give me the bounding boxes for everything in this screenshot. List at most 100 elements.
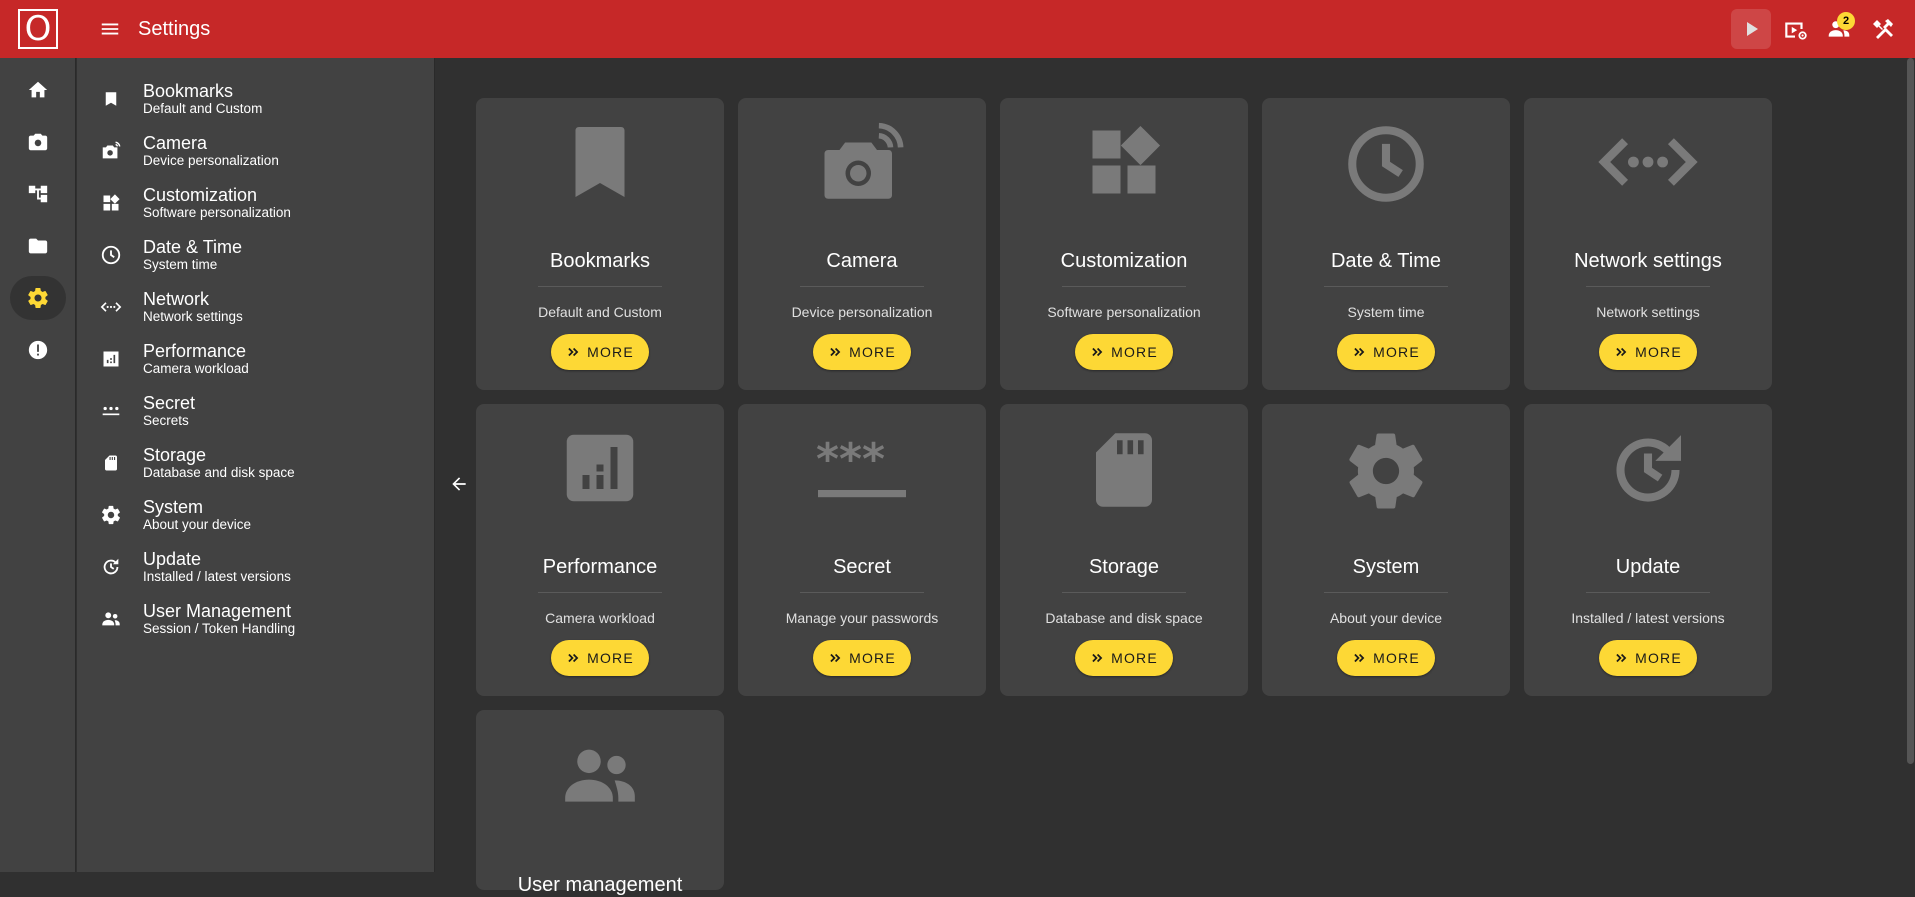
menu-button[interactable] <box>90 9 130 49</box>
drawer-sub: Network settings <box>143 309 243 324</box>
card-subtitle: Network settings <box>1596 304 1700 320</box>
card-subtitle: System time <box>1347 304 1425 320</box>
app-logo[interactable]: O <box>18 9 58 49</box>
gear-icon <box>1262 426 1510 510</box>
more-button[interactable]: MORE <box>813 640 911 676</box>
gear-icon <box>28 288 48 308</box>
drawer-sub: Installed / latest versions <box>143 569 291 584</box>
drawer-item-bookmarks[interactable]: Bookmarks Default and Custom <box>77 73 434 125</box>
card-title: User management <box>517 874 683 896</box>
chart-icon <box>99 347 123 371</box>
card-user-management: User management <box>476 710 724 896</box>
update-icon <box>99 555 123 579</box>
more-button[interactable]: MORE <box>1075 640 1173 676</box>
drawer-item-network[interactable]: Network Network settings <box>77 281 434 333</box>
more-button-label: MORE <box>1111 650 1158 666</box>
widgets-icon <box>99 191 123 215</box>
card-divider <box>1586 592 1710 593</box>
drawer-item-system[interactable]: System About your device <box>77 489 434 541</box>
drawer-label: Network <box>143 289 210 309</box>
rail-tree[interactable] <box>10 172 66 216</box>
sd-card-icon <box>1000 426 1248 510</box>
rail-settings[interactable] <box>10 276 66 320</box>
more-button[interactable]: MORE <box>551 640 649 676</box>
card-title: System <box>1352 556 1420 578</box>
more-button[interactable]: MORE <box>551 334 649 370</box>
video-settings-icon <box>1785 22 1807 40</box>
folder-icon <box>28 238 48 254</box>
double-chevron-icon <box>1616 347 1627 357</box>
drawer-label: Camera <box>143 133 208 153</box>
card-subtitle: Default and Custom <box>538 304 662 320</box>
rail-folder[interactable] <box>10 224 66 268</box>
more-button[interactable]: MORE <box>1075 334 1173 370</box>
camera-icon <box>738 120 986 204</box>
password-icon: *** <box>738 426 986 510</box>
more-button[interactable]: MORE <box>1337 334 1435 370</box>
double-chevron-icon <box>1354 653 1365 663</box>
double-chevron-icon <box>568 347 579 357</box>
nav-rail <box>0 58 76 872</box>
card-title: Update <box>1615 556 1681 578</box>
drawer-label: Performance <box>143 341 247 361</box>
settings-drawer: Bookmarks Default and Custom Camera Device… <box>77 58 435 872</box>
drawer-item-user-management[interactable]: User Management Session / Token Handling <box>77 593 434 645</box>
drawer-sub: Camera workload <box>143 361 249 376</box>
widgets-icon <box>1000 120 1248 204</box>
play-button[interactable] <box>1731 9 1771 49</box>
rail-info[interactable] <box>10 328 66 372</box>
alert-icon <box>28 340 48 360</box>
scrollbar-thumb[interactable] <box>1907 58 1914 764</box>
network-icon <box>99 295 123 319</box>
rail-camera[interactable] <box>10 120 66 164</box>
drawer-sub: Default and Custom <box>143 101 263 116</box>
menu-icon <box>101 23 119 35</box>
more-button-label: MORE <box>1111 344 1158 360</box>
more-button-label: MORE <box>1635 650 1682 666</box>
card-title: Camera <box>826 250 898 272</box>
double-chevron-icon <box>830 653 841 663</box>
logo-container: O <box>0 0 76 58</box>
more-button[interactable]: MORE <box>1599 334 1697 370</box>
drawer-item-customization[interactable]: Customization Software personalization <box>77 177 434 229</box>
live-view-button[interactable] <box>1775 9 1815 49</box>
collapse-drawer-button[interactable] <box>446 471 472 497</box>
drawer-item-secret[interactable]: Secret Secrets <box>77 385 434 437</box>
drawer-item-performance[interactable]: Performance Camera workload <box>77 333 434 385</box>
drawer-label: Bookmarks <box>143 81 234 101</box>
update-icon <box>1524 426 1772 510</box>
card-divider <box>800 286 924 287</box>
drawer-sub: Software personalization <box>143 205 291 220</box>
card-network: Network settings Network settings MORE <box>1524 98 1772 390</box>
drawer-item-storage[interactable]: Storage Database and disk space <box>77 437 434 489</box>
top-actions: 2 <box>1731 9 1903 49</box>
drawer-sub: Database and disk space <box>143 465 295 480</box>
play-icon <box>1747 22 1758 36</box>
card-divider <box>1324 592 1448 593</box>
card-subtitle: Manage your passwords <box>785 610 939 626</box>
more-button-label: MORE <box>1373 650 1420 666</box>
rail-home[interactable] <box>10 68 66 112</box>
drawer-item-update[interactable]: Update Installed / latest versions <box>77 541 434 593</box>
card-secret: *** Secret Manage your passwords MORE <box>738 404 986 696</box>
card-divider <box>1062 592 1186 593</box>
tools-icon <box>1873 19 1893 39</box>
users-button[interactable]: 2 <box>1819 9 1859 49</box>
drawer-item-camera[interactable]: Camera Device personalization <box>77 125 434 177</box>
drawer-label: Storage <box>143 445 207 465</box>
drawer-label: Date & Time <box>143 237 243 257</box>
card-subtitle: Camera workload <box>545 610 655 626</box>
more-button[interactable]: MORE <box>1337 640 1435 676</box>
more-button[interactable]: MORE <box>1599 640 1697 676</box>
more-button[interactable]: MORE <box>813 334 911 370</box>
drawer-sub: Device personalization <box>143 153 279 168</box>
drawer-item-date-time[interactable]: Date & Time System time <box>77 229 434 281</box>
clock-icon <box>99 243 123 267</box>
gear-icon <box>99 503 123 527</box>
card-divider <box>800 592 924 593</box>
arrow-left-icon <box>452 477 466 491</box>
card-title: Customization <box>1060 250 1188 272</box>
card-customization: Customization Software personalization M… <box>1000 98 1248 390</box>
card-update: Update Installed / latest versions MORE <box>1524 404 1772 696</box>
tools-button[interactable] <box>1863 9 1903 49</box>
